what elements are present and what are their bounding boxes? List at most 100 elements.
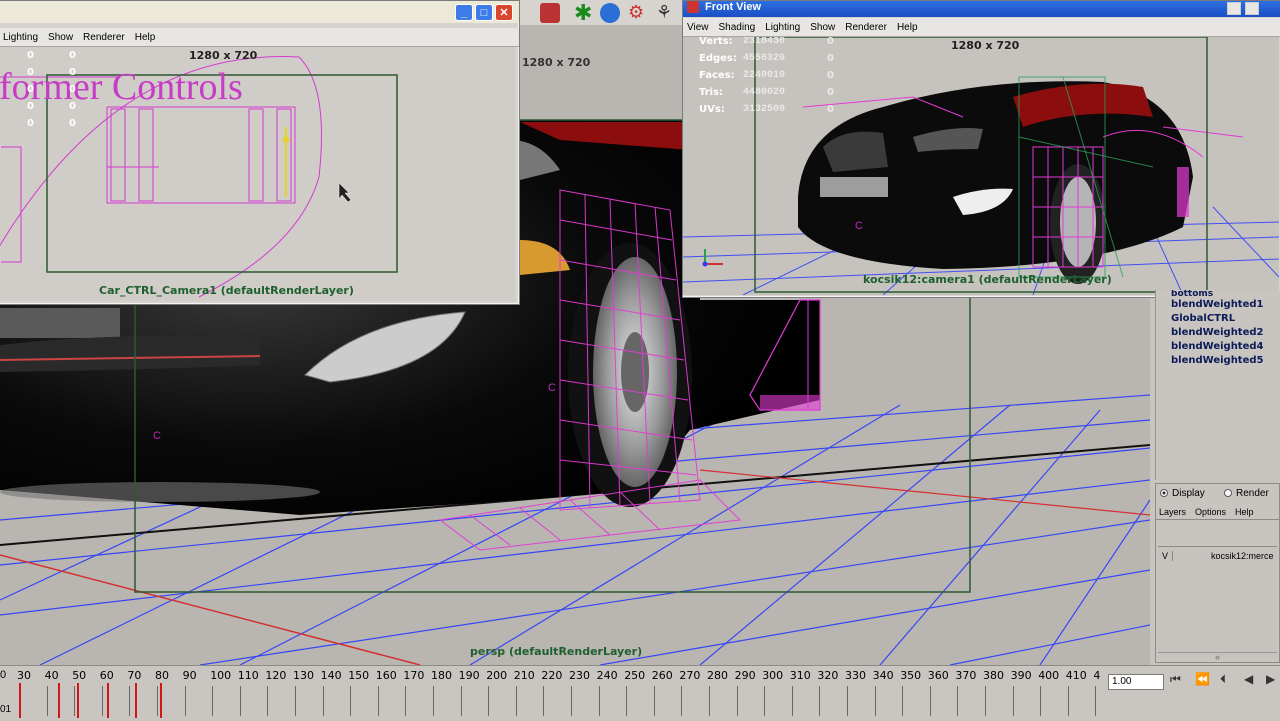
time-tick-mark	[129, 686, 131, 716]
current-frame-field[interactable]: 1.00	[1108, 674, 1164, 690]
menu-help[interactable]: Help	[135, 32, 156, 43]
keyframe-marker[interactable]	[159, 683, 162, 718]
resolution-label: 1280 x 720	[522, 56, 591, 69]
time-tick-label: 90	[182, 669, 197, 682]
keyframe-marker[interactable]	[19, 683, 21, 718]
time-ruler[interactable]: 30 40 50 60 70 80 90 100 110 120 130 140 150 160 170 18…	[0, 666, 1105, 721]
render-settings-icon[interactable]: ⚙	[628, 2, 644, 23]
stat-zeros-col2: 0 0 0 0 0	[69, 47, 76, 132]
layer-list[interactable]: V kocsik12:merce	[1158, 546, 1277, 657]
menu-help[interactable]: Help	[1235, 507, 1254, 517]
title-bar[interactable]: _ □ ✕	[0, 1, 519, 23]
minimize-icon[interactable]	[1227, 2, 1241, 15]
time-tick-label: 40	[44, 669, 59, 682]
menu-renderer[interactable]: Renderer	[83, 32, 125, 43]
time-tick-label: 60	[99, 669, 114, 682]
time-tick-mark	[74, 686, 76, 716]
time-tick-mark	[515, 686, 517, 716]
time-tick-label: 290	[734, 669, 756, 682]
step-back-key-icon[interactable]: ⏪	[1195, 672, 1210, 686]
radio-icon	[1224, 489, 1232, 498]
layer-row[interactable]: V kocsik12:merce	[1158, 549, 1277, 563]
time-tick-mark	[101, 686, 103, 716]
front-view-window[interactable]: Front View View Shading Lighting Show Re…	[682, 0, 1280, 298]
outliner-item[interactable]: blendWeighted5	[1156, 354, 1280, 368]
range-start-label: 01	[0, 704, 12, 715]
minimize-icon[interactable]: _	[455, 4, 473, 21]
hypershade-icon[interactable]: ⚘	[656, 2, 672, 23]
menu-shading[interactable]: Shading	[719, 22, 756, 33]
outliner-item[interactable]: GlobalCTRL	[1156, 312, 1280, 326]
time-tick-mark	[1067, 686, 1069, 716]
keyframe-marker[interactable]	[134, 683, 137, 718]
outliner-item[interactable]: bottoms	[1156, 290, 1280, 298]
resolution-label: 1280 x 720	[951, 39, 1020, 52]
menu-show[interactable]: Show	[48, 32, 73, 43]
time-tick-label: 210	[513, 669, 535, 682]
title-bar[interactable]: Front View	[683, 1, 1280, 17]
maximize-icon[interactable]: □	[475, 4, 493, 21]
time-tick-label: 190	[458, 669, 480, 682]
camera-viewport[interactable]: former Controls 1280 x 720 0 0 0 0 0 0 0…	[0, 47, 515, 301]
pivot-marker[interactable]: C	[855, 220, 863, 232]
stat-label: UVs:	[699, 104, 725, 115]
outliner-item[interactable]: blendWeighted1	[1156, 298, 1280, 312]
step-back-icon[interactable]: ⏴	[1220, 672, 1226, 687]
menu-renderer[interactable]: Renderer	[845, 22, 887, 33]
play-forward-icon[interactable]: ▶	[1266, 672, 1275, 686]
play-backward-icon[interactable]: ◀	[1244, 672, 1253, 686]
outliner-panel[interactable]: bottoms blendWeighted1 GlobalCTRL blendW…	[1155, 290, 1280, 480]
pivot-marker[interactable]: C	[548, 382, 556, 394]
pivot-marker[interactable]: C	[153, 430, 161, 442]
keyframe-marker[interactable]	[57, 683, 60, 718]
time-tick-mark	[681, 686, 683, 716]
time-tick-label: 0	[0, 669, 7, 681]
stat-label: Faces:	[699, 70, 735, 81]
menu-layers[interactable]: Layers	[1159, 507, 1186, 517]
layer-name[interactable]: kocsik12:merce	[1211, 551, 1274, 561]
menu-view[interactable]: View	[687, 22, 709, 33]
shelf-strip: ✱ ⚙ ⚘	[518, 0, 688, 25]
time-tick-mark	[322, 686, 324, 716]
menu-help[interactable]: Help	[897, 22, 918, 33]
close-icon[interactable]: ✕	[495, 4, 513, 21]
keyframe-marker[interactable]	[107, 683, 110, 718]
outliner-item[interactable]: blendWeighted2	[1156, 326, 1280, 340]
tab-display[interactable]: Display	[1160, 488, 1205, 499]
time-slider[interactable]: 30 40 50 60 70 80 90 100 110 120 130 140 150 160 170 18…	[0, 665, 1280, 721]
time-tick-label: 410	[1065, 669, 1087, 682]
collapse-handle[interactable]: «	[1158, 652, 1277, 662]
time-tick-label: 110	[237, 669, 259, 682]
stat-value: 3132500	[743, 104, 786, 115]
layer-editor[interactable]: Display Render Layers Options Help V koc…	[1155, 483, 1280, 663]
keyframe-marker[interactable]	[76, 683, 79, 718]
time-tick-label: 50	[72, 669, 87, 682]
time-tick-label: 300	[762, 669, 784, 682]
time-tick-mark	[653, 686, 655, 716]
camera-panel-window[interactable]: _ □ ✕ Lighting Show Renderer Help former…	[0, 0, 520, 305]
stat-zero: 0	[69, 67, 76, 78]
rewind-to-start-icon[interactable]: ⏮	[1170, 672, 1181, 687]
tab-label: Display	[1172, 488, 1205, 499]
menu-options[interactable]: Options	[1195, 507, 1226, 517]
time-tick-label: 30	[17, 669, 31, 682]
time-tick-label: 130	[293, 669, 314, 682]
render-icon[interactable]	[540, 3, 560, 23]
time-tick-mark	[571, 686, 572, 716]
layer-visibility-toggle[interactable]: V	[1158, 551, 1173, 561]
time-tick-mark	[543, 686, 545, 716]
ipr-icon[interactable]	[600, 3, 620, 23]
time-tick-label: 340	[872, 669, 894, 682]
time-tick-mark	[764, 686, 766, 716]
window-title: Front View	[705, 1, 762, 13]
snap-icon[interactable]: ✱	[574, 0, 592, 26]
maximize-icon[interactable]	[1245, 2, 1259, 15]
menu-lighting[interactable]: Lighting	[765, 22, 800, 33]
camera-label: kocsik12:camera1 (defaultRenderLayer)	[863, 273, 1112, 286]
time-tick-label: 180	[431, 669, 452, 682]
menu-show[interactable]: Show	[810, 22, 835, 33]
menu-lighting[interactable]: Lighting	[3, 32, 38, 43]
front-viewport[interactable]: Verts: 2318430 0 Edges: 4556320 0 Faces: 2240…	[683, 37, 1279, 295]
outliner-item[interactable]: blendWeighted4	[1156, 340, 1280, 354]
tab-render[interactable]: Render	[1224, 488, 1269, 499]
